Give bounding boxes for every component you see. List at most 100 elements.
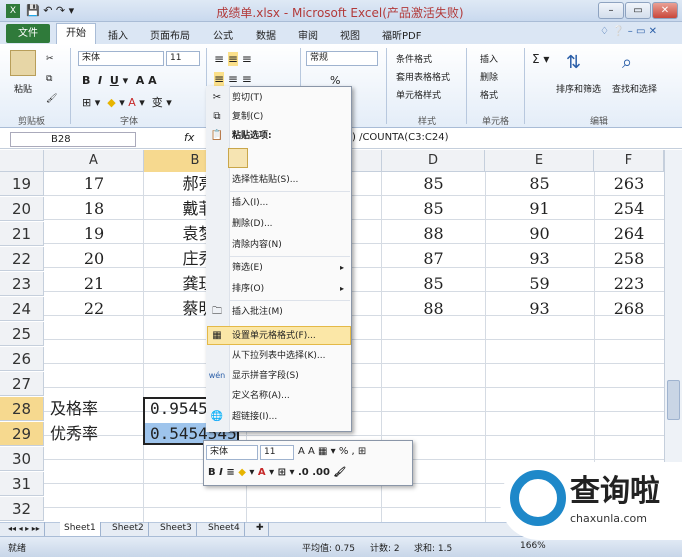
new-sheet-icon[interactable]: ✚ — [252, 522, 269, 536]
cell-a22[interactable]: 20 — [44, 247, 144, 271]
tab-file[interactable]: 文件 — [6, 24, 50, 43]
row-header[interactable]: 26 — [0, 347, 44, 371]
menu-item-insert-comment[interactable]: 插入批注(M) — [232, 303, 350, 321]
borders-fill-color-icons[interactable]: ⊞ ▾ ◆ ▾ A ▾ 变 ▾ — [82, 94, 172, 110]
row-header[interactable]: 21 — [0, 222, 44, 246]
tab-foxit-pdf[interactable]: 福昕PDF — [382, 27, 421, 42]
menu-item-filter[interactable]: 筛选(E) ▸ — [232, 259, 350, 277]
cell-a32[interactable] — [44, 497, 144, 521]
column-header-f[interactable]: F — [594, 150, 664, 172]
cell-d25[interactable] — [382, 322, 485, 346]
paste-icon[interactable] — [10, 50, 36, 76]
cell-e20[interactable]: 91 — [485, 197, 594, 221]
conditional-format-button[interactable]: 条件格式 — [396, 52, 432, 65]
sheet-nav-arrows-icon[interactable]: ◂◂ ◂ ▸ ▸▸ — [4, 522, 45, 536]
cell-f19[interactable]: 263 — [594, 172, 664, 196]
cell-d24[interactable]: 88 — [382, 297, 485, 321]
paste-clipboard-icon[interactable] — [228, 148, 248, 168]
number-format-select[interactable]: 常规 — [306, 51, 378, 66]
tab-insert[interactable]: 插入 — [108, 27, 128, 42]
menu-item-insert[interactable]: 插入(I)... — [232, 194, 350, 212]
tab-page-layout[interactable]: 页面布局 — [150, 27, 190, 42]
mini-size-select[interactable]: 11 — [260, 445, 294, 460]
bold-button[interactable]: B I U ▾ A A — [82, 74, 157, 87]
cell-a27[interactable] — [44, 372, 144, 396]
row-header[interactable]: 29 — [0, 422, 44, 446]
menu-item-paste-special[interactable]: 选择性粘贴(S)... — [232, 171, 350, 189]
cell-a19[interactable]: 17 — [44, 172, 144, 196]
formula-input[interactable]: ) /COUNTA(C3:C24) — [352, 132, 449, 143]
cell-a20[interactable]: 18 — [44, 197, 144, 221]
minimize-button[interactable]: – — [598, 2, 624, 19]
menu-item-hyperlink[interactable]: 超链接(I)... — [232, 408, 350, 426]
cell-f21[interactable]: 264 — [594, 222, 664, 246]
cell-e26[interactable] — [485, 347, 594, 371]
cell-d23[interactable]: 85 — [382, 272, 485, 296]
row-header[interactable]: 22 — [0, 247, 44, 271]
tab-home[interactable]: 开始 — [56, 23, 96, 44]
cell-style-button[interactable]: 单元格样式 — [396, 88, 441, 101]
zoom-level[interactable]: 166% — [520, 541, 546, 551]
row-header[interactable]: 31 — [0, 472, 44, 496]
maximize-button[interactable]: ▭ — [625, 2, 651, 19]
cell-a21[interactable]: 19 — [44, 222, 144, 246]
menu-item-delete[interactable]: 删除(D)... — [232, 215, 350, 233]
cell-d26[interactable] — [382, 347, 485, 371]
cell-f25[interactable] — [594, 322, 664, 346]
cell-e29[interactable] — [485, 422, 594, 446]
help-icon[interactable]: ♢ ❔ – ▭ ✕ — [600, 26, 657, 37]
cell-d32[interactable] — [382, 497, 485, 521]
sort-filter-button[interactable]: 排序和筛选 — [556, 82, 601, 95]
mini-format-icons[interactable]: A A ▦ ▾ % , ⊞ — [298, 446, 366, 457]
cell-a25[interactable] — [44, 322, 144, 346]
cell-a23[interactable]: 21 — [44, 272, 144, 296]
cell-e23[interactable]: 59 — [485, 272, 594, 296]
mini-font-select[interactable]: 宋体 — [206, 445, 258, 460]
cell-d28[interactable] — [382, 397, 485, 421]
sheet-tab-1[interactable]: Sheet1 — [60, 522, 101, 536]
tab-view[interactable]: 视图 — [340, 27, 360, 42]
cell-a24[interactable]: 22 — [44, 297, 144, 321]
cell-e19[interactable]: 85 — [485, 172, 594, 196]
sheet-tab-3[interactable]: Sheet3 — [156, 522, 197, 536]
cell-d21[interactable]: 88 — [382, 222, 485, 246]
cell-a28[interactable]: 及格率 — [44, 397, 144, 421]
cell-e25[interactable] — [485, 322, 594, 346]
insert-function-icon[interactable]: fx — [184, 131, 194, 144]
column-header-e[interactable]: E — [485, 150, 594, 172]
cell-f22[interactable]: 258 — [594, 247, 664, 271]
find-select-icon[interactable]: ⌕ — [622, 52, 644, 74]
row-header[interactable]: 25 — [0, 322, 44, 346]
quick-access-toolbar[interactable]: 💾 ↶ ↷ ▾ — [26, 4, 74, 17]
menu-item-cut[interactable]: 剪切(T) — [232, 89, 350, 107]
sort-filter-icon[interactable]: ⇅ — [566, 52, 588, 74]
cell-a26[interactable] — [44, 347, 144, 371]
tab-review[interactable]: 审阅 — [298, 27, 318, 42]
row-header[interactable]: 23 — [0, 272, 44, 296]
row-header[interactable]: 24 — [0, 297, 44, 321]
tab-data[interactable]: 数据 — [256, 27, 276, 42]
delete-cells-button[interactable]: 删除 — [480, 70, 498, 83]
autosum-icon[interactable]: Σ ▾ — [532, 52, 549, 66]
row-header[interactable]: 30 — [0, 447, 44, 471]
cell-b32[interactable] — [144, 497, 247, 521]
menu-item-format-cells[interactable]: 设置单元格格式(F)... — [232, 327, 350, 345]
cell-e24[interactable]: 93 — [485, 297, 594, 321]
column-header-d[interactable]: D — [382, 150, 485, 172]
font-name-select[interactable]: 宋体 — [78, 51, 164, 66]
scroll-thumb[interactable] — [667, 380, 680, 420]
sheet-tab-2[interactable]: Sheet2 — [108, 522, 149, 536]
format-painter-icon[interactable]: 🖌 — [46, 94, 57, 104]
cell-e22[interactable]: 93 — [485, 247, 594, 271]
cell-e28[interactable] — [485, 397, 594, 421]
cell-e21[interactable]: 90 — [485, 222, 594, 246]
cell-f24[interactable]: 268 — [594, 297, 664, 321]
cell-f23[interactable]: 223 — [594, 272, 664, 296]
tab-formulas[interactable]: 公式 — [213, 27, 233, 42]
table-format-button[interactable]: 套用表格格式 — [396, 70, 450, 83]
horizontal-align-icons[interactable]: ≡ ≡ ≡ — [214, 72, 252, 86]
cell-a31[interactable] — [44, 472, 144, 496]
find-select-button[interactable]: 查找和选择 — [612, 82, 657, 95]
cell-d22[interactable]: 87 — [382, 247, 485, 271]
cell-f20[interactable]: 254 — [594, 197, 664, 221]
